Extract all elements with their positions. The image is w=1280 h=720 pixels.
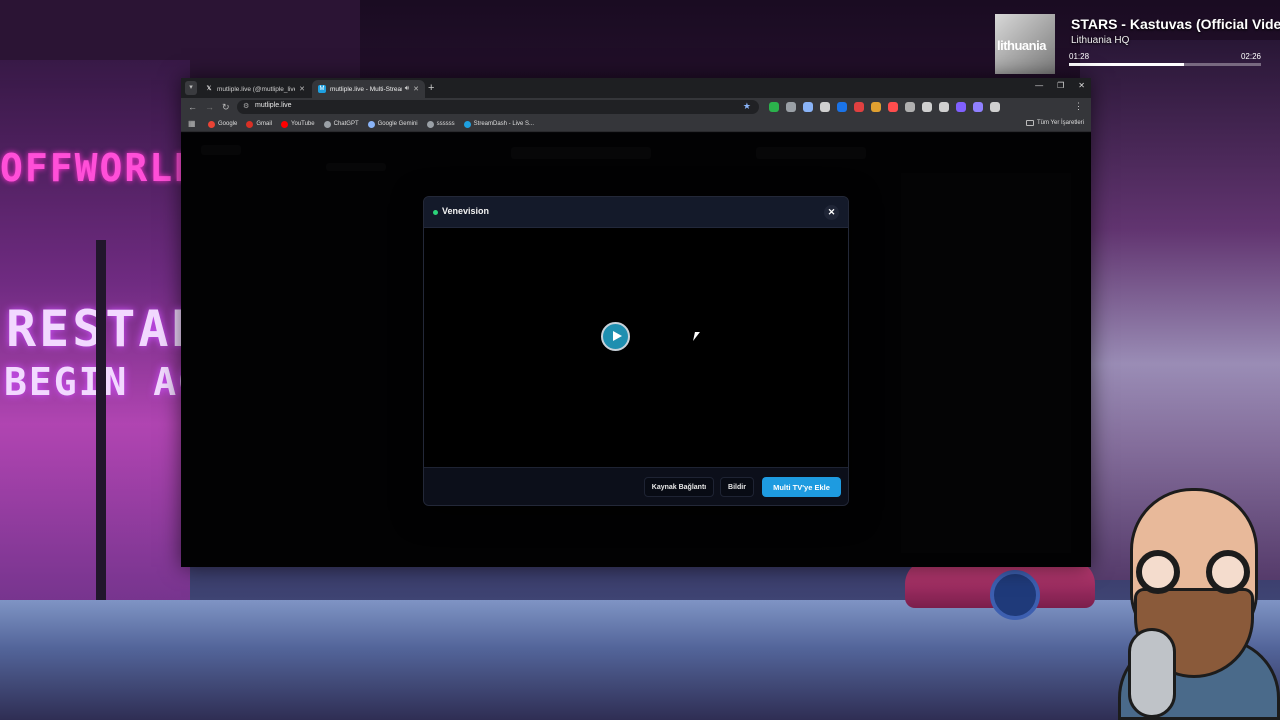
bookmark-favicon-icon (246, 120, 254, 128)
extension-icon[interactable] (956, 102, 966, 112)
bookmark-favicon-icon (426, 120, 434, 128)
bookmark-item[interactable]: StreamDash - Live S... (463, 120, 535, 128)
play-icon[interactable] (601, 322, 630, 351)
bookmark-favicon-icon (208, 120, 215, 128)
extension-icon[interactable] (820, 102, 830, 112)
bookmarks-list: Google Gmail YouTube ChatGPT Google Gemini ss… (208, 116, 534, 132)
address-bar[interactable]: ⚙ mutliple.live ★ (237, 100, 759, 114)
extension-icon[interactable] (871, 102, 881, 112)
browser-toolbar: ← → ↻ ⚙ mutliple.live ★ ⋮ (181, 98, 1091, 116)
now-playing-overlay: lithuania STARS - Kastuvas (Official Vid… (995, 12, 1280, 74)
all-bookmarks-label: Tüm Yer İşaretleri (1036, 120, 1084, 126)
x-icon: 𝕏 (206, 86, 212, 92)
tab-multistream[interactable]: M mutliple.live - Multi-Stream 🔊︎ ✕ (312, 80, 425, 98)
forward-arrow-icon[interactable]: → (205, 100, 214, 114)
tab-bar: ▾ 𝕏 mutliple.live (@mutliple_live) / ✕ M… (181, 78, 1091, 98)
modal-header: Venevision ✕ (424, 197, 848, 228)
extension-icon[interactable] (888, 102, 898, 112)
extension-icon[interactable] (786, 102, 796, 112)
now-playing-progress-fill (1069, 63, 1185, 66)
tab-twitter[interactable]: 𝕏 mutliple.live (@mutliple_live) / ✕ (199, 80, 311, 98)
bookmark-label: Google Gemini (377, 121, 418, 127)
maximize-button[interactable]: ❐ (1057, 81, 1064, 90)
close-window-button[interactable]: ✕ (1078, 81, 1085, 90)
bookmark-item[interactable]: YouTube (281, 120, 315, 128)
bookmark-favicon-icon (367, 120, 375, 128)
page-content: Venevision ✕ Kaynak Bağlantı Bildir Mult… (181, 133, 1091, 567)
apps-grid-icon[interactable]: ▦ (188, 119, 196, 128)
bookmark-item[interactable]: ssssss (426, 120, 455, 128)
extension-icon[interactable] (939, 102, 949, 112)
now-playing-artist: Lithuania HQ (1071, 35, 1130, 46)
extension-icon[interactable] (837, 102, 847, 112)
bookmark-item[interactable]: Google (208, 120, 238, 128)
tab-label: mutliple.live (@mutliple_live) / (217, 85, 296, 93)
bookmark-label: YouTube (291, 121, 315, 127)
speaker-icon[interactable]: 🔊︎ (405, 85, 409, 93)
bookmark-star-icon[interactable]: ★ (743, 101, 751, 112)
bookmark-label: Google (218, 121, 238, 127)
extensions-row (769, 102, 1000, 112)
now-playing-title: STARS - Kastuvas (Official Video) (1071, 16, 1280, 32)
source-link-button[interactable]: Kaynak Bağlantı (644, 477, 714, 497)
neon-sign-offworld: OFFWORLD (0, 146, 200, 190)
extension-icon[interactable] (973, 102, 983, 112)
reload-icon[interactable]: ↻ (222, 100, 230, 114)
avatar-glasses-right (1206, 550, 1250, 594)
modal-title: Venevision (442, 206, 490, 216)
now-playing-elapsed: 01:28 (1069, 52, 1090, 61)
close-icon[interactable]: ✕ (413, 85, 419, 93)
site-info-icon[interactable]: ⚙ (243, 102, 249, 110)
video-player[interactable] (424, 228, 848, 467)
extension-icon[interactable] (854, 102, 864, 112)
extension-icon[interactable] (803, 102, 813, 112)
report-button[interactable]: Bildir (720, 477, 754, 497)
live-status-dot (433, 210, 438, 215)
avatar-glasses-left (1136, 550, 1180, 594)
extension-icon[interactable] (990, 102, 1000, 112)
bookmark-favicon-icon (463, 120, 471, 128)
browser-menu-icon[interactable]: ⋮ (1074, 101, 1083, 112)
add-to-multi-tv-button[interactable]: Multi TV'ye Ekle (762, 477, 841, 497)
extension-icon[interactable] (905, 102, 915, 112)
streamer-avatar (1108, 488, 1280, 720)
street (0, 600, 1280, 720)
bookmark-label: Gmail (256, 121, 273, 127)
album-art-text: lithuania (997, 38, 1046, 53)
bookmark-item[interactable]: Google Gemini (367, 120, 418, 128)
extension-icon[interactable] (769, 102, 779, 112)
now-playing-progress-bar (1069, 63, 1261, 66)
bookmark-label: ChatGPT (333, 121, 359, 127)
car-wheel (990, 570, 1040, 620)
window-controls: — ❐ ✕ (1035, 81, 1085, 90)
tab-search-button[interactable]: ▾ (185, 81, 197, 95)
bookmark-item[interactable]: ChatGPT (323, 120, 359, 128)
new-tab-button[interactable]: + (428, 81, 434, 95)
bookmark-favicon-icon (281, 120, 289, 128)
album-art: lithuania (995, 14, 1055, 74)
folder-icon (1025, 120, 1034, 126)
bookmarks-bar: ▦ Google Gmail YouTube ChatGPT Google Gemini… (181, 116, 1091, 132)
minimize-button[interactable]: — (1035, 81, 1043, 90)
all-bookmarks-button[interactable]: Tüm Yer İşaretleri (1025, 120, 1084, 126)
stream-modal: Venevision ✕ Kaynak Bağlantı Bildir Mult… (423, 196, 849, 506)
modal-footer: Kaynak Bağlantı Bildir Multi TV'ye Ekle (424, 467, 848, 505)
multistream-favicon-icon: M (318, 85, 326, 93)
browser-window: ▾ 𝕏 mutliple.live (@mutliple_live) / ✕ M… (181, 78, 1091, 567)
tab-label: mutliple.live - Multi-Stream (330, 85, 402, 93)
bookmark-item[interactable]: Gmail (246, 120, 273, 128)
address-bar-url: mutliple.live (255, 102, 292, 109)
bookmark-label: ssssss (436, 121, 455, 127)
bookmark-favicon-icon (323, 120, 331, 128)
close-icon[interactable]: ✕ (824, 205, 839, 220)
extension-icon[interactable] (922, 102, 932, 112)
now-playing-total: 02:26 (1240, 52, 1261, 61)
bookmark-label: StreamDash - Live S... (473, 121, 535, 127)
back-arrow-icon[interactable]: ← (188, 100, 197, 114)
close-icon[interactable]: ✕ (299, 85, 305, 93)
microphone-icon (1128, 628, 1176, 718)
